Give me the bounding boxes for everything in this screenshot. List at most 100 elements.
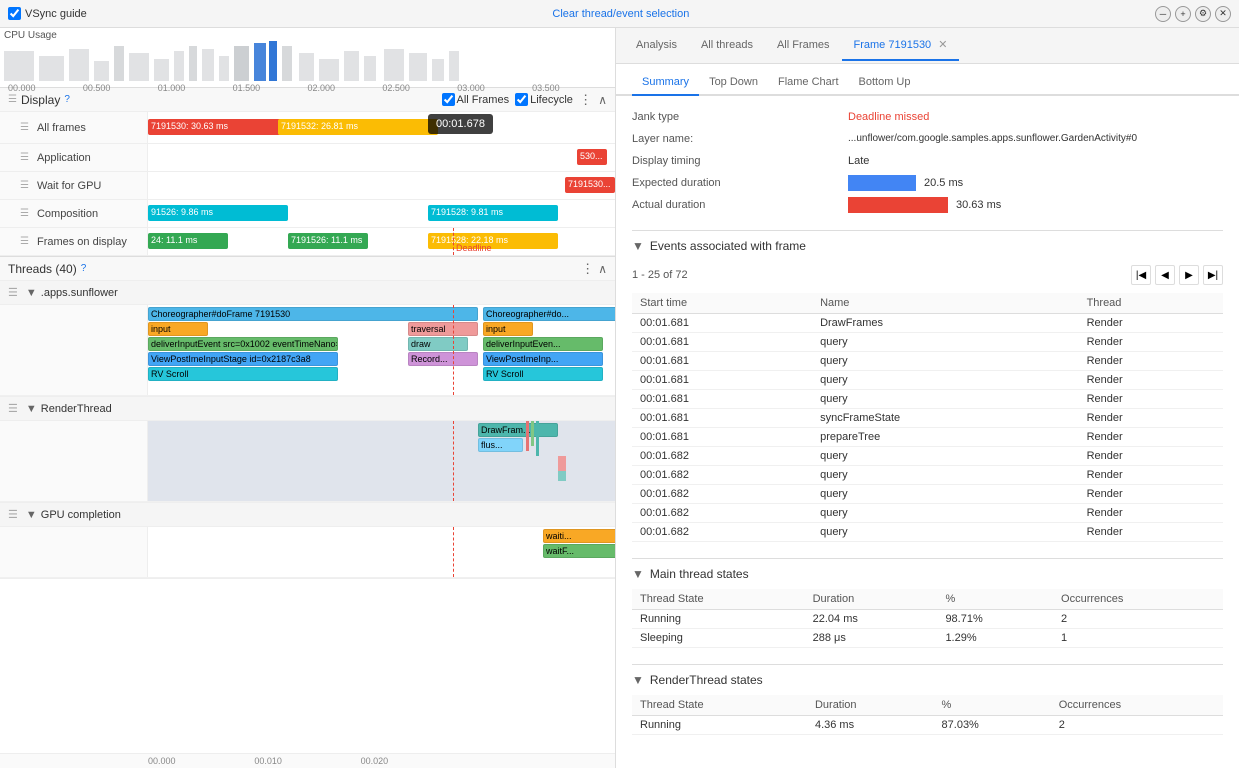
frames-display-content[interactable]: 24: 11.1 ms 7191526: 11.1 ms 7191528: 22… (148, 228, 615, 255)
flame-traversal[interactable]: traversal (408, 322, 478, 336)
event-row[interactable]: 00:01.681prepareTreeRender (632, 428, 1223, 447)
sunflower-track-content[interactable]: Choreographer#doFrame 7191530 Choreograp… (148, 305, 615, 395)
flame-flush[interactable]: flus... (478, 438, 523, 452)
mts-col-duration: Duration (805, 589, 938, 610)
event-row[interactable]: 00:01.682queryRender (632, 523, 1223, 542)
event-name: query (812, 333, 1078, 352)
event-row[interactable]: 00:01.681queryRender (632, 371, 1223, 390)
minimize-button[interactable]: ─ (1155, 6, 1171, 22)
sunflower-track: Choreographer#doFrame 7191530 Choreograp… (0, 305, 615, 396)
col-start-time: Start time (632, 293, 812, 314)
event-row[interactable]: 00:01.682queryRender (632, 447, 1223, 466)
main-thread-title-text: Main thread states (650, 567, 749, 581)
flame-drawframes[interactable]: DrawFram... (478, 423, 558, 437)
app-frame-bar[interactable]: 530... (577, 149, 607, 165)
flame-record[interactable]: Record... (408, 352, 478, 366)
flame-input-2[interactable]: input (483, 322, 533, 336)
render-thread-expand-icon[interactable]: ▼ (632, 673, 644, 687)
threads-menu-button[interactable]: ⋮ (581, 261, 594, 277)
all-frames-track: ☰ All frames 7191530: 30.63 ms 7191532: … (0, 112, 615, 144)
sub-tab-flame-chart[interactable]: Flame Chart (768, 70, 849, 96)
all-frames-content[interactable]: 7191530: 30.63 ms 7191532: 26.81 ms 00:0… (148, 112, 615, 144)
event-row[interactable]: 00:01.681queryRender (632, 333, 1223, 352)
tab-all-frames[interactable]: All Frames (765, 31, 842, 61)
threads-collapse-button[interactable]: ∧ (598, 261, 607, 277)
prev-page-button[interactable]: ◀ (1155, 265, 1175, 285)
frames-display-track: ☰ Frames on display 24: 11.1 ms 7191526:… (0, 228, 615, 256)
comp-bar-1[interactable]: 91526: 9.86 ms (148, 205, 288, 221)
gpu-group-header[interactable]: ☰ ▼ GPU completion (0, 503, 615, 527)
flame-rvscroll-2[interactable]: RV Scroll (483, 367, 603, 381)
event-row[interactable]: 00:01.681queryRender (632, 352, 1223, 371)
expand-gpu[interactable]: ▼ (26, 509, 37, 521)
event-start: 00:01.682 (632, 504, 812, 523)
threads-help-icon[interactable]: ? (81, 263, 87, 274)
flame-draw[interactable]: draw (408, 337, 468, 351)
render-thread-row: Running4.36 ms87.03%2 (632, 716, 1223, 735)
flame-choreographer-1[interactable]: Choreographer#doFrame 7191530 (148, 307, 478, 321)
gpu-track-label (0, 527, 148, 577)
fod-bar-1[interactable]: 24: 11.1 ms (148, 233, 228, 249)
flame-viewpost-1[interactable]: ViewPostImeInputStage id=0x2187c3a8 (148, 352, 338, 366)
actual-duration-label: Actual duration (632, 196, 832, 214)
render-group-header[interactable]: ☰ ▼ RenderThread (0, 397, 615, 421)
flame-viewpost-2[interactable]: ViewPostImeInp... (483, 352, 603, 366)
flame-waitf[interactable]: waitF... (543, 544, 615, 558)
vsync-checkbox[interactable] (8, 7, 21, 20)
event-thread: Render (1079, 314, 1223, 333)
fod-bar-2[interactable]: 7191526: 11.1 ms (288, 233, 368, 249)
actual-duration-value: 30.63 ms (956, 196, 1001, 214)
tab-all-threads[interactable]: All threads (689, 31, 765, 61)
event-start: 00:01.682 (632, 523, 812, 542)
event-start: 00:01.681 (632, 390, 812, 409)
settings-button[interactable]: ⚙ (1195, 6, 1211, 22)
gpu-track-content[interactable]: waiti... waitF... (148, 527, 615, 577)
expand-render[interactable]: ▼ (26, 403, 37, 415)
mts-duration: 22.04 ms (805, 610, 938, 629)
tab-frame-7191530[interactable]: Frame 7191530 ✕ (842, 30, 960, 61)
event-row[interactable]: 00:01.681DrawFramesRender (632, 314, 1223, 333)
flame-deliver-2[interactable]: deliverInputEven... (483, 337, 603, 351)
clear-thread-button[interactable]: Clear thread/event selection (552, 8, 689, 20)
next-page-button[interactable]: ▶ (1179, 265, 1199, 285)
event-row[interactable]: 00:01.681queryRender (632, 390, 1223, 409)
events-expand-icon[interactable]: ▼ (632, 239, 644, 253)
jank-type-label: Jank type (632, 108, 832, 126)
composition-content[interactable]: 91526: 9.86 ms 7191528: 9.81 ms (148, 200, 615, 227)
tab-close-icon[interactable]: ✕ (938, 39, 947, 51)
sub-tab-bottom-up[interactable]: Bottom Up (849, 70, 921, 96)
flame-rvscroll-1[interactable]: RV Scroll (148, 367, 338, 381)
flame-choreographer-2[interactable]: Choreographer#do... (483, 307, 615, 321)
frame-bar-7191532[interactable]: 7191532: 26.81 ms (278, 119, 438, 135)
mts-col-pct: % (937, 589, 1053, 610)
maximize-button[interactable]: + (1175, 6, 1191, 22)
divider-2 (632, 558, 1223, 559)
flame-deliver-1[interactable]: deliverInputEvent src=0x1002 eventTimeNa… (148, 337, 338, 351)
event-thread: Render (1079, 466, 1223, 485)
close-button[interactable]: ✕ (1215, 6, 1231, 22)
display-help-icon[interactable]: ? (64, 94, 70, 105)
last-page-button[interactable]: ▶| (1203, 265, 1223, 285)
event-row[interactable]: 00:01.681syncFrameStateRender (632, 409, 1223, 428)
first-page-button[interactable]: |◀ (1131, 265, 1151, 285)
expand-sunflower[interactable]: ▼ (26, 287, 37, 299)
flame-input-1[interactable]: input (148, 322, 208, 336)
drag-handle-sunflower: ☰ (8, 286, 18, 299)
event-row[interactable]: 00:01.682queryRender (632, 466, 1223, 485)
sunflower-group-header[interactable]: ☰ ▼ .apps.sunflower (0, 281, 615, 305)
main-thread-expand-icon[interactable]: ▼ (632, 567, 644, 581)
event-name: syncFrameState (812, 409, 1078, 428)
application-content[interactable]: 530... (148, 144, 615, 171)
render-track-content[interactable]: DrawFram... flus... (148, 421, 615, 501)
gpu-frame-bar[interactable]: 7191530... (565, 177, 615, 193)
event-row[interactable]: 00:01.682queryRender (632, 504, 1223, 523)
tab-analysis[interactable]: Analysis (624, 31, 689, 61)
sub-tab-top-down[interactable]: Top Down (699, 70, 768, 96)
sub-tab-summary[interactable]: Summary (632, 70, 699, 96)
flame-waiti[interactable]: waiti... (543, 529, 615, 543)
fod-bar-3[interactable]: 7191528: 22.18 ms (428, 233, 558, 249)
wait-gpu-content[interactable]: 7191530... (148, 172, 615, 199)
event-row[interactable]: 00:01.682queryRender (632, 485, 1223, 504)
comp-bar-2[interactable]: 7191528: 9.81 ms (428, 205, 558, 221)
mark-7: 03.500 (532, 83, 607, 93)
